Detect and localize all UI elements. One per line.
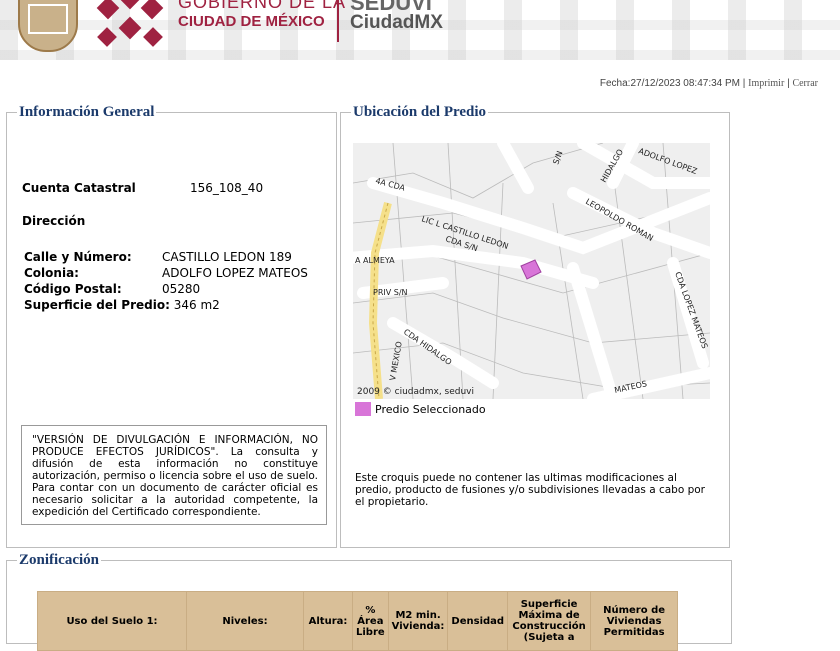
address-row: Colonia: ADOLFO LOPEZ MATEOS [24,265,308,281]
column-header: Altura: [303,591,353,651]
field-label: Colonia: [24,266,79,280]
map-note: Este croquis puede no contener las ultim… [355,472,706,508]
field-label: Calle y Número: [24,250,132,264]
cuenta-catastral-row: Cuenta Catastral 156_108_40 [22,181,263,195]
column-header: Uso del Suelo 1: [37,591,187,651]
column-header: Niveles: [186,591,304,651]
address-row: Calle y Número: CASTILLO LEDON 189 [24,249,308,265]
address-block: Calle y Número: CASTILLO LEDON 189 Coloni… [24,249,308,313]
cuenta-catastral-label: Cuenta Catastral [22,181,136,195]
general-info-panel: Información General Cuenta Catastral 156_… [6,104,337,548]
app-name: CiudadMX [350,12,443,33]
map-legend-label: Predio Seleccionado [375,402,486,416]
column-header: M2 min. Vivienda: [387,591,449,651]
column-header: Densidad [447,591,509,651]
close-link[interactable]: Cerrar [792,78,818,89]
column-header: Superficie Máxima de Construcción (Sujet… [507,591,592,651]
location-title: Ubicación del Predio [353,104,487,120]
column-header: % Área Libre [352,591,389,651]
gov-title-line2: CIUDAD DE MÉXICO [178,13,325,30]
field-value: 05280 [162,282,201,296]
site-header: GOBIERNO DE LA CIUDAD DE MÉXICO SEDUVI C… [0,0,840,70]
cdmx-shield-logo [18,0,78,52]
zoning-title: Zonificación [19,552,100,568]
street-label: A ALMEYA [355,256,395,265]
zoning-panel: Zonificación Uso del Suelo 1: Niveles: A… [6,552,732,651]
header-divider [337,0,339,42]
field-value: 346 m2 [173,298,220,312]
column-header: Número de Viviendas Permitidas [590,591,679,651]
street-label: PRIV S/N [373,288,408,297]
direccion-heading: Dirección [22,214,86,228]
gov-title-line1: GOBIERNO DE LA [178,0,347,12]
cuenta-catastral-value: 156_108_40 [190,181,264,195]
map-legend: Predio Seleccionado [355,402,486,416]
date-stamp: Fecha:27/12/2023 08:47:34 PM [599,78,740,89]
date-bar: Fecha:27/12/2023 08:47:34 PM | Imprimir … [600,78,818,89]
field-label: Superficie del Predio: [24,298,170,312]
separator: | [742,78,746,89]
zoning-table: Uso del Suelo 1: Niveles: Altura: % Área… [37,591,679,651]
field-label: Código Postal: [24,282,122,296]
field-value: CASTILLO LEDON 189 [162,250,292,264]
disclaimer-box: "VERSIÓN DE DIVULGACIÓN E INFORMACIÓN, N… [21,425,327,525]
map-drawing: S/N HIDALGO ADOLFO LOPEZ 4A CDA LEOPOLDO… [353,143,710,399]
zoning-header-row: Uso del Suelo 1: Niveles: Altura: % Área… [37,591,679,651]
address-row: Superficie del Predio: 346 m2 [24,297,308,313]
general-info-title: Información General [19,104,155,120]
print-link[interactable]: Imprimir [748,78,784,89]
location-panel: Ubicación del Predio S/N HIDALGO ADOLFO … [340,104,730,548]
selected-parcel-swatch [355,402,371,416]
cdmx-logo-icon [96,0,164,47]
separator: | [787,78,790,89]
field-value: ADOLFO LOPEZ MATEOS [162,266,308,280]
location-map[interactable]: S/N HIDALGO ADOLFO LOPEZ 4A CDA LEOPOLDO… [353,143,710,399]
map-credit: 2009 © ciudadmx, seduvi [357,387,474,397]
address-row: Código Postal: 05280 [24,281,308,297]
